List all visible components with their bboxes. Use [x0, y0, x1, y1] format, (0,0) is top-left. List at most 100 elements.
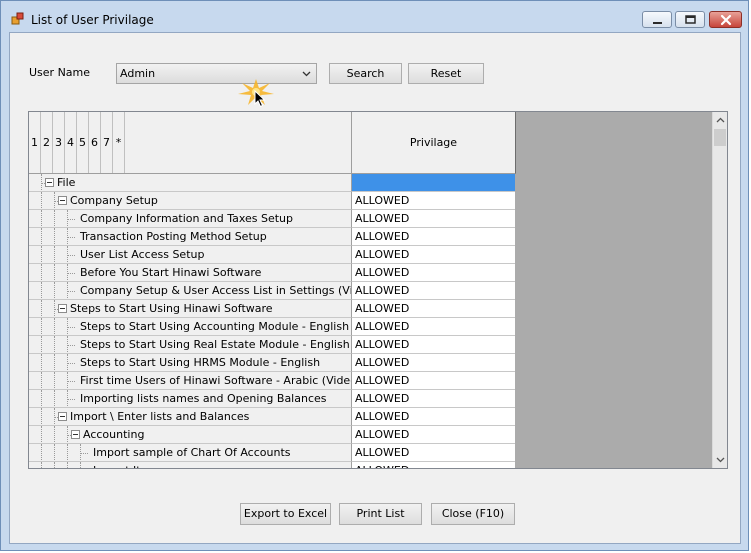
reset-button[interactable]: Reset	[408, 63, 484, 84]
level-header-cell[interactable]: 3	[53, 112, 65, 173]
level-header-cell[interactable]: 5	[77, 112, 89, 173]
privilege-cell[interactable]: ALLOWED	[352, 282, 515, 300]
privilege-cell[interactable]: ALLOWED	[352, 462, 515, 468]
tree-line	[54, 372, 55, 389]
row-name-cell[interactable]: Transaction Posting Method Setup	[29, 228, 352, 246]
level-header-cell[interactable]: 7	[101, 112, 113, 173]
table-row[interactable]: Before You Start Hinawi Software ALLOWED	[29, 264, 516, 282]
privilege-cell[interactable]: ALLOWED	[352, 336, 515, 354]
collapse-icon[interactable]	[45, 178, 54, 187]
table-row[interactable]: Steps to Start Using HRMS Module - Engli…	[29, 354, 516, 372]
privilege-cell[interactable]: ALLOWED	[352, 210, 515, 228]
print-list-button[interactable]: Print List	[339, 503, 422, 525]
tree-line	[67, 219, 75, 220]
table-row[interactable]: Company Setup ALLOWED	[29, 192, 516, 210]
title-bar[interactable]: List of User Privilage	[1, 1, 748, 33]
vertical-scrollbar[interactable]	[712, 112, 727, 468]
row-name-cell[interactable]: Steps to Start Using Accounting Module -…	[29, 318, 352, 336]
privilege-cell[interactable]: ALLOWED	[352, 264, 515, 282]
row-name-cell[interactable]: Steps to Start Using HRMS Module - Engli…	[29, 354, 352, 372]
level-header-cell[interactable]: 2	[41, 112, 53, 173]
table-row[interactable]: First time Users of Hinawi Software - Ar…	[29, 372, 516, 390]
mouse-pointer-icon	[254, 90, 266, 108]
tree-line	[54, 210, 55, 227]
minimize-button[interactable]	[642, 11, 672, 28]
level-header-cell[interactable]: *	[113, 112, 125, 173]
tree-line	[41, 282, 42, 299]
row-name-cell[interactable]: Import sample of Chart Of Accounts	[29, 444, 352, 462]
privilege-cell[interactable]	[352, 174, 515, 192]
tree-line	[67, 237, 75, 238]
privilege-cell[interactable]: ALLOWED	[352, 426, 515, 444]
close-button[interactable]: Close (F10)	[431, 503, 515, 525]
tree-line	[41, 192, 42, 209]
search-button[interactable]: Search	[329, 63, 402, 84]
privilege-cell[interactable]: ALLOWED	[352, 318, 515, 336]
tree-line	[41, 408, 42, 425]
user-name-combobox[interactable]: Admin	[116, 63, 317, 84]
privilege-column-header[interactable]: Privilage	[352, 112, 516, 174]
row-name-cell[interactable]: Import Items	[29, 462, 352, 468]
privilege-cell[interactable]: ALLOWED	[352, 228, 515, 246]
row-label: Steps to Start Using HRMS Module - Engli…	[80, 356, 321, 369]
privilege-cell[interactable]: ALLOWED	[352, 192, 515, 210]
privilege-cell[interactable]: ALLOWED	[352, 354, 515, 372]
privilege-cell[interactable]: ALLOWED	[352, 372, 515, 390]
table-row[interactable]: Import sample of Chart Of Accounts ALLOWE…	[29, 444, 516, 462]
row-name-cell[interactable]: First time Users of Hinawi Software - Ar…	[29, 372, 352, 390]
tree-line	[41, 318, 42, 335]
export-to-excel-button[interactable]: Export to Excel	[240, 503, 331, 525]
collapse-icon[interactable]	[58, 196, 67, 205]
privilege-cell[interactable]: ALLOWED	[352, 246, 515, 264]
close-window-button[interactable]	[709, 11, 742, 28]
row-name-cell[interactable]: Steps to Start Using Hinawi Software	[29, 300, 352, 318]
row-name-cell[interactable]: Company Information and Taxes Setup	[29, 210, 352, 228]
collapse-icon[interactable]	[71, 430, 80, 439]
row-name-cell[interactable]: Steps to Start Using Real Estate Module …	[29, 336, 352, 354]
scroll-thumb[interactable]	[714, 129, 726, 146]
scroll-down-icon[interactable]	[716, 457, 725, 463]
table-row[interactable]: File	[29, 174, 516, 192]
privilege-cell[interactable]: ALLOWED	[352, 444, 515, 462]
row-name-cell[interactable]: Importing lists names and Opening Balanc…	[29, 390, 352, 408]
row-name-cell[interactable]: Company Setup & User Access List in Sett…	[29, 282, 352, 300]
privilege-cell[interactable]: ALLOWED	[352, 300, 515, 318]
row-label: Steps to Start Using Hinawi Software	[70, 302, 273, 315]
table-row[interactable]: Steps to Start Using Real Estate Module …	[29, 336, 516, 354]
row-name-cell[interactable]: Before You Start Hinawi Software	[29, 264, 352, 282]
level-header-cell[interactable]: 1	[29, 112, 41, 173]
row-name-cell[interactable]: User List Access Setup	[29, 246, 352, 264]
tree-line	[54, 318, 55, 335]
user-name-value: Admin	[120, 67, 156, 80]
table-row[interactable]: Company Information and Taxes Setup ALLOW…	[29, 210, 516, 228]
tree-line	[41, 300, 42, 317]
row-name-cell[interactable]: File	[29, 174, 352, 192]
row-name-cell[interactable]: Import \ Enter lists and Balances	[29, 408, 352, 426]
table-row[interactable]: Steps to Start Using Hinawi Software ALLO…	[29, 300, 516, 318]
level-header-cell[interactable]: 4	[65, 112, 77, 173]
scroll-up-icon[interactable]	[716, 117, 725, 123]
row-label: First time Users of Hinawi Software - Ar…	[80, 374, 352, 387]
row-name-cell[interactable]: Accounting	[29, 426, 352, 444]
tree-line	[41, 390, 42, 407]
grid-empty-area	[516, 112, 712, 468]
privilege-cell[interactable]: ALLOWED	[352, 390, 515, 408]
row-label: Steps to Start Using Real Estate Module …	[80, 338, 350, 351]
table-row[interactable]: Company Setup & User Access List in Sett…	[29, 282, 516, 300]
collapse-icon[interactable]	[58, 412, 67, 421]
main-window: List of User Privilage User Name Admin S…	[0, 0, 749, 551]
table-row[interactable]: Import \ Enter lists and Balances ALLOWED	[29, 408, 516, 426]
table-row[interactable]: Importing lists names and Opening Balanc…	[29, 390, 516, 408]
table-row[interactable]: User List Access Setup ALLOWED	[29, 246, 516, 264]
privilege-cell[interactable]: ALLOWED	[352, 408, 515, 426]
collapse-icon[interactable]	[58, 304, 67, 313]
row-label: Company Information and Taxes Setup	[80, 212, 294, 225]
row-name-cell[interactable]: Company Setup	[29, 192, 352, 210]
table-row[interactable]: Import Items ALLOWED	[29, 462, 516, 468]
maximize-button[interactable]	[675, 11, 705, 28]
table-row[interactable]: Transaction Posting Method Setup ALLOWED	[29, 228, 516, 246]
privilege-grid[interactable]: 1 2 3 4 5 6 7 * Privilage File Company Setup ALLO…	[28, 111, 728, 469]
level-header-cell[interactable]: 6	[89, 112, 101, 173]
table-row[interactable]: Steps to Start Using Accounting Module -…	[29, 318, 516, 336]
table-row[interactable]: Accounting ALLOWED	[29, 426, 516, 444]
